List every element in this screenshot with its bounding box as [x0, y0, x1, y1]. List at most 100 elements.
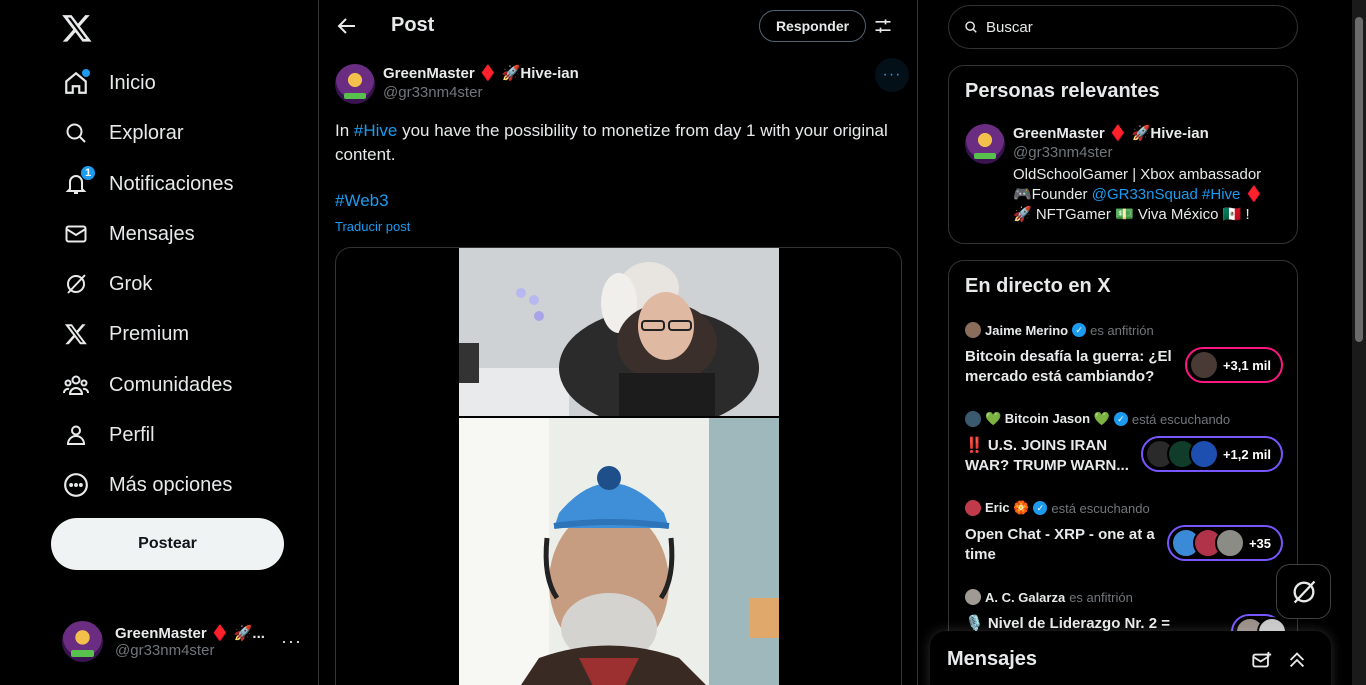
- nav-label: Más opciones: [109, 473, 233, 496]
- author-handle[interactable]: @gr33nm4ster: [383, 84, 579, 101]
- nav-label: Inicio: [109, 71, 156, 94]
- back-arrow-icon[interactable]: [335, 14, 359, 38]
- reply-button[interactable]: Responder: [759, 10, 866, 42]
- listener-count: +3,1 mil: [1184, 347, 1283, 383]
- drawer-title: Mensajes: [947, 648, 1038, 670]
- live-space-item[interactable]: A. C. Galarza es anfitrión 🎙️ Nivel de L…: [965, 588, 1287, 650]
- sliders-icon[interactable]: [873, 16, 893, 36]
- bio-text: 🎮Founder: [1013, 186, 1092, 203]
- app-root: Inicio Explorar 1 Notificaciones Mensaje…: [0, 0, 1366, 685]
- author-name[interactable]: GreenMaster ♦️ 🚀Hive-ian: [383, 64, 579, 82]
- grok-icon: [1293, 580, 1315, 603]
- relevant-people-card: Personas relevantes GreenMaster ♦️ 🚀Hive…: [948, 65, 1298, 244]
- nav-item-mas-opciones[interactable]: Más opciones: [62, 465, 232, 505]
- avatar: [965, 322, 981, 338]
- page-scrollbar[interactable]: [1352, 0, 1366, 685]
- x-logo-icon[interactable]: [61, 12, 93, 44]
- nav-item-notificaciones[interactable]: 1 Notificaciones: [62, 164, 234, 204]
- video-frame-bottom: [459, 418, 779, 685]
- people-icon: [62, 371, 90, 399]
- grok-button[interactable]: [1276, 564, 1331, 619]
- listener-count-text: +1,2 mil: [1222, 446, 1271, 462]
- avatar[interactable]: [335, 64, 375, 104]
- nav-item-explorar[interactable]: Explorar: [62, 113, 183, 153]
- live-space-item[interactable]: Eric 🏵️ ✓ está escuchando Open Chat - XR…: [965, 499, 1283, 563]
- verified-icon: ✓: [1072, 323, 1087, 337]
- messages-drawer[interactable]: Mensajes: [930, 631, 1331, 685]
- space-title: Open Chat - XRP - one at a time: [965, 526, 1155, 563]
- host-role: está escuchando: [1131, 411, 1231, 427]
- space-host: 💚 Bitcoin Jason 💚 ✓ está escuchando: [965, 410, 1283, 428]
- space-title: ‼️ U.S. JOINS IRAN WAR? TRUMP WARN...: [965, 437, 1129, 474]
- host-name: Eric 🏵️: [985, 500, 1030, 515]
- host-role: es anfitrión: [1090, 322, 1154, 338]
- post-header: Post Responder: [319, 0, 919, 53]
- avatar: [1188, 439, 1219, 469]
- new-message-icon[interactable]: [1251, 650, 1273, 672]
- more-circle-icon: [62, 471, 90, 499]
- nav-label: Notificaciones: [109, 172, 234, 195]
- nav-item-perfil[interactable]: Perfil: [62, 415, 155, 455]
- bio-line: 🎮Founder @GR33nSquad #Hive ♦️: [1013, 185, 1273, 205]
- hashtag-link[interactable]: #Web3: [335, 191, 389, 211]
- space-host: Jaime Merino ✓ es anfitrión: [965, 321, 1283, 339]
- relevant-person[interactable]: GreenMaster ♦️ 🚀Hive-ian @gr33nm4ster Ol…: [965, 124, 1285, 225]
- host-role: está escuchando: [1051, 500, 1150, 516]
- nav-label: Perfil: [109, 423, 155, 446]
- nav-item-mensajes[interactable]: Mensajes: [62, 214, 195, 254]
- avatar[interactable]: [965, 124, 1005, 164]
- post-video[interactable]: [335, 247, 902, 685]
- hashtag-link[interactable]: #Hive: [1202, 186, 1240, 203]
- mention-link[interactable]: @GR33nSquad: [1092, 186, 1198, 203]
- post-column: Post Responder GreenMaster ♦️ 🚀Hive-ian …: [318, 0, 918, 685]
- account-handle: @gr33nm4ster: [115, 641, 215, 659]
- account-switcher[interactable]: GreenMaster ♦️ 🚀... @gr33nm4ster ···: [62, 619, 302, 663]
- more-options-icon[interactable]: ···: [875, 58, 909, 92]
- nav-item-premium[interactable]: Premium: [62, 314, 189, 354]
- listener-count-text: +35: [1248, 535, 1271, 551]
- space-host: Eric 🏵️ ✓ está escuchando: [965, 499, 1283, 517]
- nav-item-grok[interactable]: Grok: [62, 264, 152, 304]
- listener-count-text: +3,1 mil: [1222, 357, 1271, 373]
- nav-label: Comunidades: [109, 373, 233, 396]
- home-icon: [62, 69, 90, 97]
- unread-dot: [82, 69, 90, 77]
- person-name[interactable]: GreenMaster ♦️ 🚀Hive-ian: [1013, 124, 1273, 142]
- post-button[interactable]: Postear: [51, 518, 284, 570]
- host-name: Jaime Merino: [985, 322, 1069, 338]
- scrollbar-thumb[interactable]: [1355, 17, 1363, 342]
- mail-icon: [62, 220, 90, 248]
- host-name: A. C. Galarza: [985, 589, 1066, 605]
- account-name: GreenMaster ♦️ 🚀...: [115, 624, 265, 642]
- hashtag-link[interactable]: #Hive: [354, 121, 397, 140]
- person-bio: OldSchoolGamer | Xbox ambassador 🎮Founde…: [1013, 165, 1273, 225]
- live-space-item[interactable]: Jaime Merino ✓ es anfitrión Bitcoin desa…: [965, 321, 1283, 385]
- bio-line: OldSchoolGamer | Xbox ambassador: [1013, 166, 1262, 183]
- nav-item-comunidades[interactable]: Comunidades: [62, 365, 232, 405]
- search-box[interactable]: Buscar: [948, 5, 1298, 49]
- chevron-up-icon[interactable]: [1286, 649, 1308, 671]
- post-text-start: In: [335, 121, 354, 140]
- card-title: En directo en X: [965, 275, 1111, 297]
- more-icon[interactable]: ···: [281, 631, 302, 652]
- video-frame-top: [459, 248, 779, 416]
- notification-badge: 1: [80, 165, 96, 181]
- bio-line: 🚀 NFTGamer 💵 Viva México 🇲🇽 !: [1013, 206, 1250, 223]
- avatar: [1214, 528, 1245, 558]
- listener-count: +1,2 mil: [1140, 436, 1283, 472]
- space-title: Bitcoin desafía la guerra: ¿El mercado e…: [965, 348, 1172, 385]
- user-icon: [62, 421, 90, 449]
- nav-label: Mensajes: [109, 222, 195, 245]
- nav-item-inicio[interactable]: Inicio: [62, 63, 156, 103]
- live-space-item[interactable]: 💚 Bitcoin Jason 💚 ✓ está escuchando ‼️ U…: [965, 410, 1283, 474]
- card-title: Personas relevantes: [965, 80, 1160, 102]
- search-input[interactable]: Buscar: [986, 19, 1033, 36]
- host-name: 💚 Bitcoin Jason 💚: [985, 411, 1110, 426]
- translate-link[interactable]: Traducir post: [335, 219, 410, 234]
- search-icon: [965, 21, 977, 33]
- nav-label: Explorar: [109, 121, 184, 144]
- person-handle[interactable]: @gr33nm4ster: [1013, 144, 1273, 161]
- avatar: [965, 411, 981, 427]
- page-title: Post: [391, 14, 435, 36]
- avatar: [62, 620, 103, 662]
